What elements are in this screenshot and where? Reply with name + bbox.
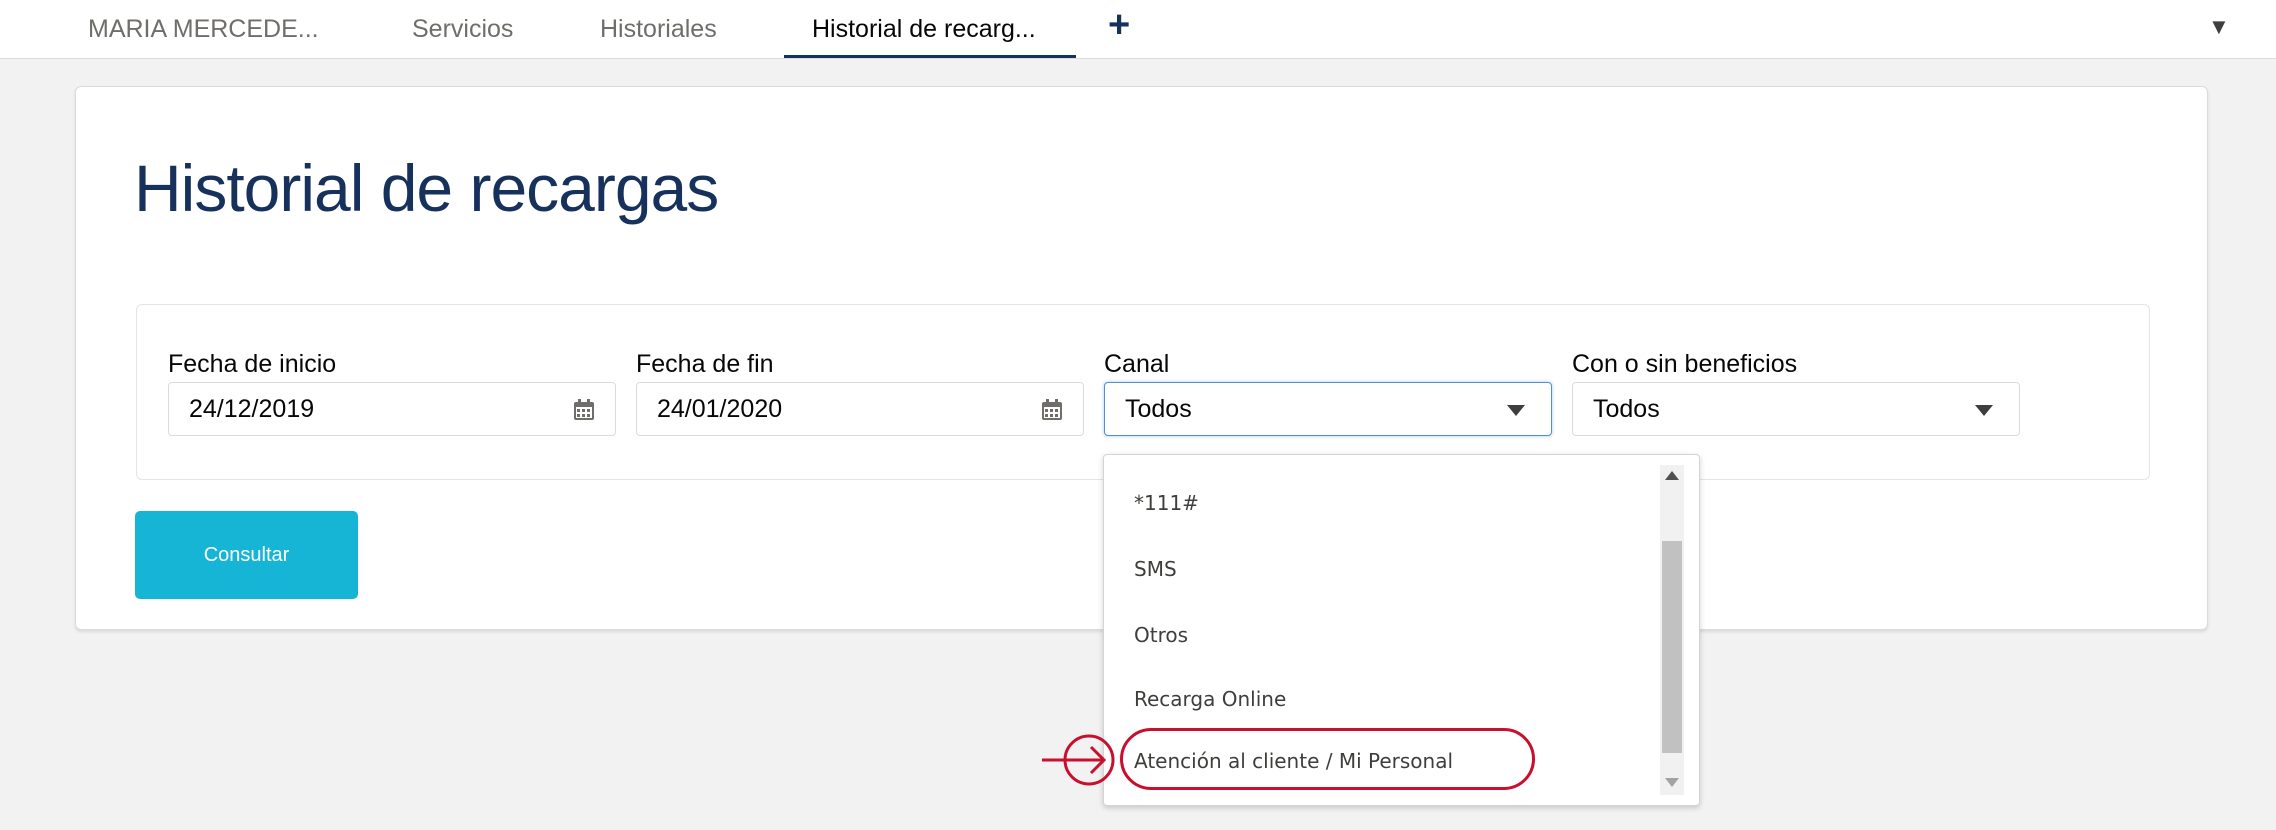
- workspace-tab-bar: MARIA MERCEDE... Servicios Historiales H…: [0, 0, 2276, 59]
- canal-select[interactable]: Todos: [1104, 382, 1552, 436]
- start-date-input[interactable]: 24/12/2019: [168, 382, 616, 436]
- start-date-value: 24/12/2019: [189, 395, 315, 423]
- end-date-input[interactable]: 24/01/2020: [636, 382, 1084, 436]
- dropdown-scrollbar[interactable]: [1660, 465, 1684, 795]
- scroll-down-icon[interactable]: [1665, 778, 1679, 787]
- scrollbar-thumb[interactable]: [1662, 541, 1682, 753]
- beneficios-select[interactable]: Todos: [1572, 382, 2020, 436]
- consultar-button[interactable]: Consultar: [135, 511, 358, 599]
- end-date-value: 24/01/2020: [657, 395, 783, 423]
- canal-dropdown-list: *111# SMS Otros Recarga Online Atención …: [1103, 454, 1700, 806]
- beneficios-select-value: Todos: [1593, 395, 1660, 423]
- canal-label: Canal: [1104, 350, 1170, 378]
- scroll-up-icon[interactable]: [1665, 471, 1679, 480]
- canal-option[interactable]: SMS: [1134, 557, 1177, 581]
- canal-select-value: Todos: [1125, 395, 1192, 423]
- calendar-icon[interactable]: [1041, 399, 1063, 421]
- plus-icon[interactable]: +: [1108, 4, 1130, 47]
- arrow-right-circle-icon: [1042, 734, 1115, 786]
- canal-option[interactable]: Recarga Online: [1134, 687, 1286, 711]
- canal-option[interactable]: Atención al cliente / Mi Personal: [1134, 749, 1453, 773]
- start-date-label: Fecha de inicio: [168, 350, 337, 378]
- tab-historial-recargas[interactable]: Historial de recarg...: [784, 0, 1076, 58]
- caret-down-icon: [1975, 405, 1993, 416]
- tab-servicios[interactable]: Servicios: [412, 0, 513, 58]
- beneficios-label: Con o sin beneficios: [1572, 350, 1798, 378]
- tab-account[interactable]: MARIA MERCEDE...: [88, 0, 319, 58]
- caret-down-icon: [1507, 405, 1525, 416]
- canal-option[interactable]: *111#: [1134, 491, 1199, 515]
- canal-option[interactable]: Otros: [1134, 623, 1188, 647]
- tab-historiales[interactable]: Historiales: [600, 0, 717, 58]
- end-date-label: Fecha de fin: [636, 350, 774, 378]
- calendar-icon[interactable]: [573, 399, 595, 421]
- page-title: Historial de recargas: [134, 151, 719, 225]
- chevron-down-icon[interactable]: ▼: [2208, 14, 2230, 40]
